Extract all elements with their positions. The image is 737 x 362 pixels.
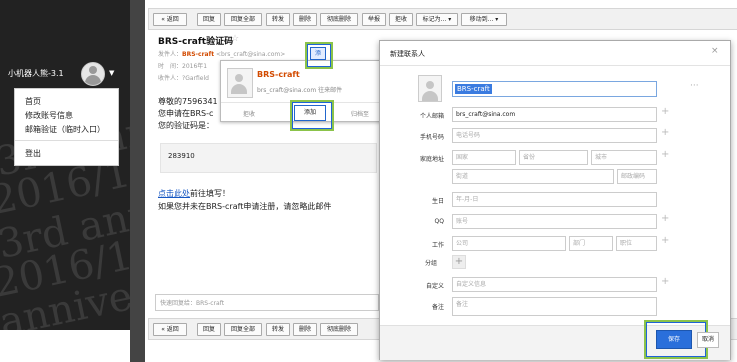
permanent-delete-button[interactable]: 彻底删除 [320, 323, 358, 336]
add-group-icon[interactable]: + [452, 255, 466, 269]
link-line: 点击此处前往填写！ [158, 188, 230, 199]
sender-name[interactable]: BRS-craft [182, 51, 214, 58]
reply-all-button[interactable]: 回复全部 [224, 323, 262, 336]
note-textarea[interactable]: 备注 [452, 297, 657, 316]
name-input[interactable]: BRS-craft [452, 81, 657, 97]
add-contact-chip[interactable]: 添 [310, 47, 326, 60]
sender-line: 发件人：BRS-craft <brs_craft@sina.com> [158, 49, 285, 58]
link-suffix: 前往填写！ [190, 189, 230, 198]
popup-reject-button[interactable]: 拒收 [243, 109, 255, 118]
recipient-value: ?Garfield [182, 75, 209, 82]
add-icon[interactable]: + [661, 276, 669, 287]
zip-field[interactable]: 邮政编码 [617, 169, 657, 184]
contact-name: BRS-craft [257, 70, 300, 79]
position-field[interactable]: 职位 [616, 236, 657, 251]
recipient-label: 收件人： [158, 75, 183, 82]
mail-body: 尊敬的7596341 您申请在BRS-c 您的验证码是： [158, 96, 218, 132]
reply-all-button[interactable]: 回复全部 [224, 13, 262, 26]
phone-field[interactable]: 电话号码 [452, 128, 657, 143]
add-icon[interactable]: + [661, 127, 669, 138]
mail-subject: BRS-craft验证码 [158, 37, 234, 47]
verification-code: 283910 [168, 152, 195, 160]
dialog-title: 新建联系人 [390, 50, 425, 58]
recipient-line: 收件人：?Garfield [158, 73, 209, 82]
email-label: 个人邮箱 [419, 113, 444, 120]
email-field[interactable]: brs_craft@sina.com [452, 107, 657, 122]
time-value: 2016年1 [182, 63, 208, 70]
body-line: 尊敬的7596341 [158, 97, 218, 106]
birthday-field[interactable]: 年-月-日 [452, 192, 657, 207]
country-field[interactable]: 国家 [452, 150, 516, 165]
add-icon[interactable]: + [661, 235, 669, 246]
reply-button[interactable]: 回复 [197, 13, 221, 26]
contact-avatar [227, 68, 253, 98]
quick-reply-placeholder: 快速回复给：BRS-craft [160, 300, 225, 307]
add-icon[interactable]: + [661, 106, 669, 117]
caret-down-icon[interactable]: ▼ [109, 69, 114, 77]
save-button[interactable]: 保存 [656, 330, 692, 349]
sender-email: <brs_craft@sina.com> [216, 51, 286, 58]
add-icon[interactable]: + [661, 213, 669, 224]
left-blank [0, 330, 130, 362]
reject-button[interactable]: 拒收 [389, 13, 413, 26]
permanent-delete-button[interactable]: 彻底删除 [320, 13, 358, 26]
star-icon[interactable]: ☆ [231, 34, 239, 44]
back-button[interactable]: « 返回 [153, 323, 187, 336]
cancel-button[interactable]: 取消 [697, 332, 719, 348]
close-icon[interactable]: × [711, 46, 719, 56]
group-label: 分组 [424, 260, 437, 267]
menu-divider [15, 140, 118, 141]
user-dropdown-menu: 首页 修改账号信息 邮箱验证（临时入口） 登出 [14, 88, 119, 166]
birthday-label: 生日 [431, 198, 444, 205]
address-label: 家庭地址 [419, 156, 444, 163]
qq-label: QQ [434, 218, 444, 225]
department-field[interactable]: 部门 [569, 236, 613, 251]
menu-item-email-verify[interactable]: 邮箱验证（临时入口） [25, 124, 105, 135]
report-button[interactable]: 举报 [362, 13, 386, 26]
avatar[interactable] [81, 62, 105, 86]
reply-button[interactable]: 回复 [197, 323, 221, 336]
ignore-note: 如果您并未在BRS-craft申请注册，请忽略此邮件 [158, 202, 332, 211]
quick-reply-input[interactable]: 快速回复给：BRS-craft [155, 294, 379, 311]
new-contact-dialog: 新建联系人 × BRS-craft ··· 个人邮箱 brs_craft@sin… [379, 40, 731, 360]
street-field[interactable]: 街道 [452, 169, 614, 184]
forward-button[interactable]: 转发 [266, 323, 290, 336]
name-value: BRS-craft [455, 84, 492, 94]
delete-button[interactable]: 删除 [293, 13, 317, 26]
forward-button[interactable]: 转发 [266, 13, 290, 26]
custom-label: 自定义 [425, 283, 444, 290]
user-menu-toggle[interactable]: 小机器人熊-3.1 ▼ [8, 62, 128, 86]
mark-as-dropdown[interactable]: 标记为... ▾ [416, 13, 458, 26]
add-icon[interactable]: + [661, 149, 669, 160]
user-name: 小机器人熊-3.1 [8, 69, 64, 78]
menu-item-home[interactable]: 首页 [25, 96, 41, 107]
contact-email[interactable]: brs_craft@sina.com 往来邮件 [257, 85, 342, 94]
city-field[interactable]: 城市 [591, 150, 657, 165]
time-line: 时 间：2016年1 [158, 61, 207, 70]
qq-field[interactable]: 账号 [452, 214, 657, 229]
mail-toolbar-top: « 返回 回复 回复全部 转发 删除 彻底删除 举报 拒收 标记为... ▾ 移… [148, 8, 737, 30]
back-button[interactable]: « 返回 [153, 13, 187, 26]
note-label: 备注 [431, 304, 444, 311]
company-field[interactable]: 公司 [452, 236, 566, 251]
menu-item-edit-account[interactable]: 修改账号信息 [25, 110, 73, 121]
work-label: 工作 [431, 242, 444, 249]
custom-field[interactable]: 自定义信息 [452, 277, 657, 292]
more-icon[interactable]: ··· [690, 81, 699, 91]
highlight-frame [290, 100, 334, 131]
contact-avatar-placeholder[interactable] [418, 75, 442, 102]
phone-label: 手机号码 [419, 134, 444, 141]
province-field[interactable]: 省份 [519, 150, 588, 165]
panel-divider [130, 0, 145, 362]
menu-item-logout[interactable]: 登出 [25, 148, 41, 159]
delete-button[interactable]: 删除 [293, 323, 317, 336]
time-label: 时 间： [158, 63, 183, 70]
popup-archive-button[interactable]: 归档至 [351, 109, 369, 118]
dialog-divider [380, 65, 730, 66]
body-line: 您申请在BRS-c [158, 109, 214, 118]
move-to-dropdown[interactable]: 移动到... ▾ [461, 13, 507, 26]
sender-label: 发件人： [158, 51, 183, 58]
click-here-link[interactable]: 点击此处 [158, 189, 190, 198]
body-line: 您的验证码是： [158, 121, 214, 130]
